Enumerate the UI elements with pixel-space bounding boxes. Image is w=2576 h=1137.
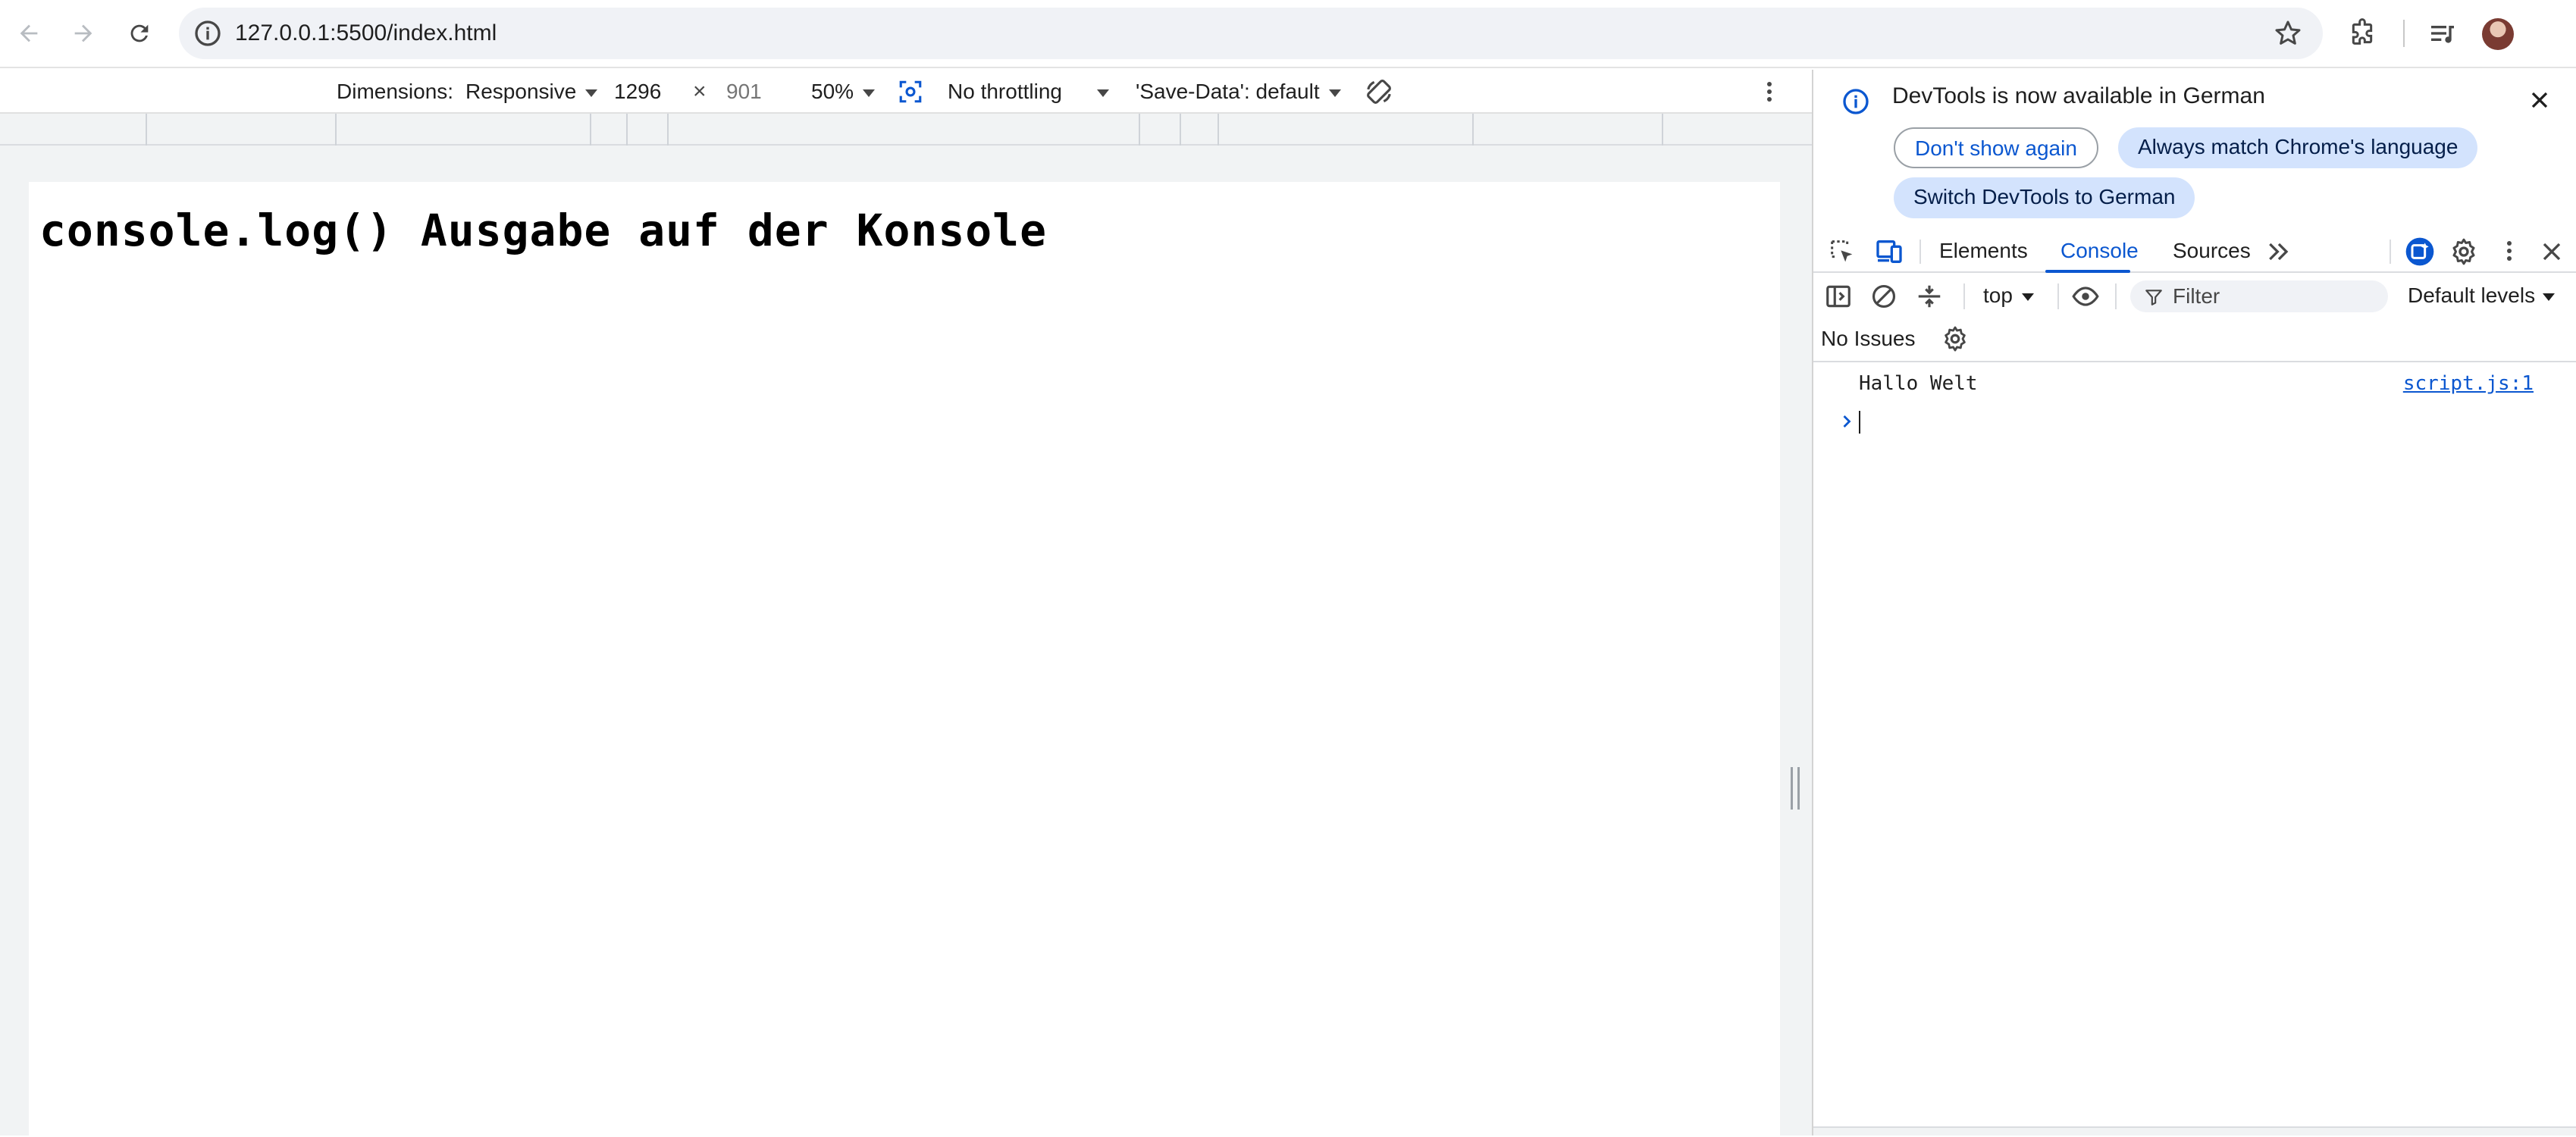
dimensions-label: Dimensions: xyxy=(337,80,454,103)
throttling-select-value: No throttling xyxy=(948,80,1062,103)
save-data-select-value: 'Save-Data': default xyxy=(1136,80,1320,103)
viewport-resize-handle[interactable] xyxy=(1791,767,1800,810)
tabbar-divider xyxy=(1919,240,1921,264)
chevron-down-icon xyxy=(2543,293,2556,301)
log-levels-select[interactable]: Default levels xyxy=(2408,274,2556,317)
issues-bar: No Issues xyxy=(1813,317,2576,362)
media-query-divider xyxy=(667,114,669,146)
profile-avatar[interactable] xyxy=(2482,18,2514,50)
devtools-tabbar: Elements Console Sources xyxy=(1813,229,2576,273)
ai-assistance-icon[interactable] xyxy=(2405,236,2435,267)
close-icon[interactable] xyxy=(2526,86,2553,114)
more-options-icon[interactable] xyxy=(1766,80,1772,103)
chevron-down-icon xyxy=(585,89,598,97)
dont-show-again-button[interactable]: Don't show again xyxy=(1894,127,2098,168)
console-message: Hallo Welt script.js:1 xyxy=(1813,364,2576,403)
chevron-down-icon xyxy=(1328,89,1341,97)
media-controls-icon[interactable] xyxy=(2426,17,2459,50)
media-query-divider xyxy=(1180,114,1181,146)
language-infobar: DevTools is now available in German Don'… xyxy=(1813,70,2576,223)
height-input[interactable]: 901 xyxy=(726,70,762,114)
context-select-value: top xyxy=(1983,283,2013,307)
screenshot-fit-icon[interactable] xyxy=(898,79,923,105)
page-heading: console.log() Ausgabe auf der Konsole xyxy=(39,205,1048,256)
device-select-value: Responsive xyxy=(465,80,577,103)
chevron-down-icon xyxy=(1096,89,1109,97)
save-data-select[interactable]: 'Save-Data': default xyxy=(1136,70,1341,114)
rotate-icon[interactable] xyxy=(1365,77,1393,106)
toolbar-divider xyxy=(2115,283,2117,309)
zoom-select[interactable]: 50% xyxy=(811,70,876,114)
live-expression-eye-icon[interactable] xyxy=(2071,282,2100,311)
issues-count[interactable]: No Issues xyxy=(1821,317,1916,361)
devtools-drawer-edge xyxy=(1813,1126,2576,1135)
inspect-element-icon[interactable] xyxy=(1827,236,1857,267)
media-query-divider xyxy=(1472,114,1474,146)
settings-gear-icon[interactable] xyxy=(2449,236,2479,267)
always-match-language-button[interactable]: Always match Chrome's language xyxy=(2118,127,2478,168)
text-cursor xyxy=(1859,411,1860,434)
media-query-divider xyxy=(146,114,147,146)
active-tab-indicator xyxy=(2045,270,2130,273)
reload-icon[interactable] xyxy=(121,15,158,52)
infobar-message: DevTools is now available in German xyxy=(1892,83,2265,108)
url-text[interactable]: 127.0.0.1:5500/index.html xyxy=(235,8,497,59)
tabbar-divider xyxy=(2390,240,2391,264)
width-input[interactable]: 1296 xyxy=(614,70,661,114)
context-select[interactable]: top xyxy=(1983,274,2034,317)
switch-to-german-button[interactable]: Switch DevTools to German xyxy=(1894,177,2195,218)
filter-placeholder: Filter xyxy=(2173,284,2220,308)
info-icon xyxy=(1841,86,1871,117)
site-info-icon[interactable] xyxy=(193,18,223,49)
forward-icon[interactable] xyxy=(65,15,102,52)
zoom-select-value: 50% xyxy=(811,80,854,103)
bookmark-star-icon[interactable] xyxy=(2273,18,2303,49)
chevron-right-icon xyxy=(1836,411,1857,432)
media-query-bar[interactable] xyxy=(0,114,1812,146)
toolbar-divider xyxy=(2403,20,2405,47)
toolbar-divider xyxy=(1963,283,1965,309)
more-tabs-icon[interactable] xyxy=(2264,236,2294,267)
clear-console-icon[interactable] xyxy=(1869,282,1898,311)
media-query-divider xyxy=(1139,114,1140,146)
tab-sources[interactable]: Sources xyxy=(2173,229,2251,273)
chevron-down-icon xyxy=(2021,293,2034,301)
media-query-divider xyxy=(1217,114,1219,146)
throttling-select[interactable]: No throttling xyxy=(948,70,1109,114)
customize-devtools-icon[interactable] xyxy=(2494,236,2524,267)
device-select[interactable]: Responsive xyxy=(465,70,598,114)
browser-toolbar: 127.0.0.1:5500/index.html xyxy=(0,0,2576,68)
page-content: console.log() Ausgabe auf der Konsole xyxy=(29,182,1780,1137)
extensions-icon[interactable] xyxy=(2346,17,2379,50)
back-icon[interactable] xyxy=(11,15,47,52)
toolbar-divider xyxy=(2057,283,2059,309)
filter-icon xyxy=(2144,287,2164,307)
media-query-divider xyxy=(626,114,628,146)
chevron-down-icon xyxy=(863,89,876,97)
device-toolbar-toggle-icon[interactable] xyxy=(1874,236,1904,267)
group-similar-icon[interactable] xyxy=(1915,282,1944,311)
device-viewport: console.log() Ausgabe auf der Konsole xyxy=(0,146,1812,1137)
console-toolbar: top Filter Default levels xyxy=(1813,274,2576,317)
sidebar-toggle-icon[interactable] xyxy=(1824,282,1853,311)
address-bar[interactable]: 127.0.0.1:5500/index.html xyxy=(179,8,2323,59)
devtools-panel: DevTools is now available in German Don'… xyxy=(1813,70,2576,1135)
tab-elements[interactable]: Elements xyxy=(1939,229,2028,273)
times-separator: × xyxy=(693,79,707,104)
console-message-text: Hallo Welt xyxy=(1859,372,1978,395)
close-devtools-icon[interactable] xyxy=(2537,236,2567,267)
media-query-divider xyxy=(1662,114,1663,146)
device-toolbar: Dimensions: Responsive 1296 × 901 50% No… xyxy=(0,70,1812,114)
log-levels-value: Default levels xyxy=(2408,283,2536,307)
console-prompt[interactable] xyxy=(1813,403,2576,441)
console-settings-gear-icon[interactable] xyxy=(1941,324,1970,353)
console-message-source-link[interactable]: script.js:1 xyxy=(2403,364,2534,403)
media-query-divider xyxy=(335,114,337,146)
tab-console[interactable]: Console xyxy=(2060,229,2139,273)
media-query-divider xyxy=(590,114,591,146)
filter-input[interactable]: Filter xyxy=(2130,280,2388,312)
